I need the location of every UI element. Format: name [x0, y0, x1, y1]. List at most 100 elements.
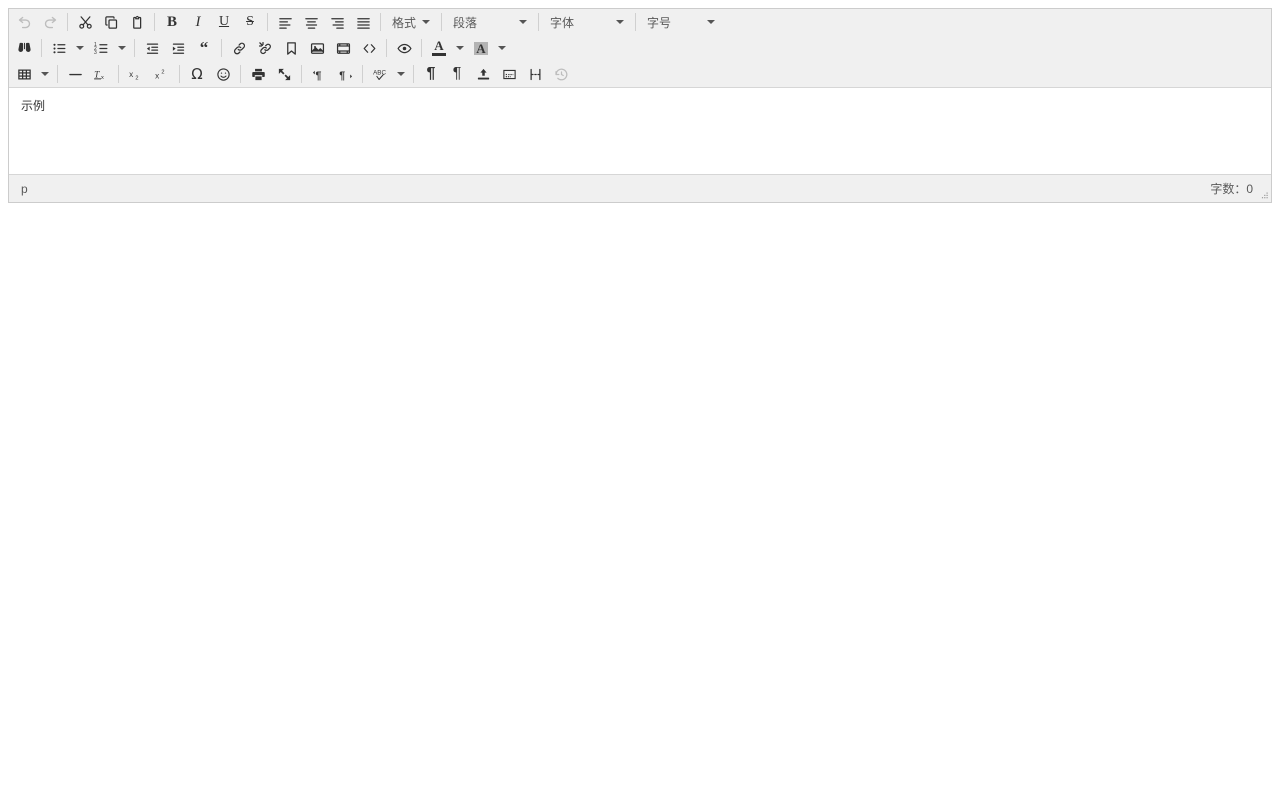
insert-media-button[interactable]: [330, 37, 356, 59]
element-path[interactable]: p: [21, 182, 28, 196]
insert-template-button[interactable]: [470, 63, 496, 85]
numbered-list-button[interactable]: 1 2 3: [88, 37, 114, 59]
search-replace-button[interactable]: [11, 37, 37, 59]
copy-icon: [104, 15, 117, 29]
page-break-button[interactable]: [522, 63, 548, 85]
paste-button[interactable]: [124, 11, 150, 33]
indent-button[interactable]: [165, 37, 191, 59]
chevron-down-icon: [76, 46, 84, 50]
align-right-icon: [330, 17, 344, 29]
numbered-list-dropdown[interactable]: [114, 37, 130, 59]
restore-draft-button[interactable]: [548, 63, 574, 85]
background-color-split: A: [468, 37, 510, 59]
outdent-button[interactable]: [139, 37, 165, 59]
numbered-list-split: 1 2 3: [88, 37, 130, 59]
special-character-button[interactable]: Ω: [184, 63, 210, 85]
bullet-list-icon: [52, 43, 65, 53]
bullet-list-button[interactable]: [46, 37, 72, 59]
pilcrow-bold-icon: ¶: [426, 65, 436, 82]
svg-text:ABC: ABC: [373, 69, 386, 76]
omega-icon: Ω: [191, 64, 203, 83]
insert-image-button[interactable]: [304, 37, 330, 59]
horizontal-rule-button[interactable]: [62, 63, 88, 85]
visual-blocks-button[interactable]: ¶: [418, 63, 444, 85]
preview-button[interactable]: [391, 37, 417, 59]
remove-format-button[interactable]: T x: [88, 63, 114, 85]
scissors-icon: [78, 15, 92, 29]
toolbar-group-clipboard: [72, 9, 150, 35]
italic-button[interactable]: I: [185, 11, 211, 33]
chevron-down-icon: [498, 46, 506, 50]
spellchecker-button[interactable]: ABC: [367, 63, 393, 85]
show-invisible-characters-button[interactable]: ¶: [444, 63, 470, 85]
copy-button[interactable]: [98, 11, 124, 33]
table-dropdown[interactable]: [37, 63, 53, 85]
paste-icon: [132, 15, 141, 29]
toolbar-row-3: T x x 2 x 2 Ω ¶ ¶ ABC ¶ ¶: [9, 61, 1271, 87]
underline-icon: U: [218, 14, 230, 29]
bullet-list-dropdown[interactable]: [72, 37, 88, 59]
editor-paragraph[interactable]: 示例: [21, 98, 1259, 115]
align-justify-icon: [356, 17, 370, 29]
cut-button[interactable]: [72, 11, 98, 33]
resize-handle[interactable]: [1259, 191, 1269, 201]
emoticons-button[interactable]: [210, 63, 236, 85]
toolbar-group-history: [11, 9, 63, 35]
rtl-button[interactable]: ¶: [332, 63, 358, 85]
align-left-icon: [278, 17, 292, 29]
text-color-button[interactable]: A: [426, 37, 452, 59]
anchor-button[interactable]: [278, 37, 304, 59]
undo-button[interactable]: [11, 11, 37, 33]
subscript-icon: x 2: [129, 70, 138, 82]
redo-button[interactable]: [37, 11, 63, 33]
align-center-button[interactable]: [298, 11, 324, 33]
source-code-button[interactable]: [356, 37, 382, 59]
insert-link-button[interactable]: [226, 37, 252, 59]
subscript-button[interactable]: x 2: [123, 63, 149, 85]
print-button[interactable]: [245, 63, 271, 85]
align-right-button[interactable]: [324, 11, 350, 33]
strikethrough-icon: S: [246, 14, 254, 29]
toolbar-separator: [179, 65, 180, 83]
upload-icon: [477, 68, 489, 79]
font-family-select[interactable]: 字体: [543, 11, 631, 33]
block-format-select[interactable]: 段落: [446, 11, 534, 33]
underline-button[interactable]: U: [211, 11, 237, 33]
align-left-button[interactable]: [272, 11, 298, 33]
strikethrough-button[interactable]: S: [237, 11, 263, 33]
font-size-value: 字号: [647, 15, 672, 30]
text-color-dropdown[interactable]: [452, 37, 468, 59]
toolbar-separator: [240, 65, 241, 83]
format-menu-button[interactable]: 格式: [385, 11, 437, 33]
background-color-button[interactable]: A: [468, 37, 494, 59]
visual-characters-button[interactable]: [496, 63, 522, 85]
chevron-down-icon: [41, 72, 49, 76]
eye-icon: [396, 43, 412, 53]
toolbar-group-inline-format: B I U S: [159, 9, 263, 35]
align-justify-button[interactable]: [350, 11, 376, 33]
ltr-button[interactable]: ¶: [306, 63, 332, 85]
undo-icon: [18, 16, 30, 28]
chevron-down-icon: [707, 20, 716, 24]
blockquote-button[interactable]: “: [191, 37, 217, 59]
spellchecker-dropdown[interactable]: [393, 63, 409, 85]
superscript-button[interactable]: x 2: [149, 63, 175, 85]
redo-icon: [44, 16, 56, 28]
toolbar-row-2: 1 2 3 “ A A: [9, 35, 1271, 61]
bold-button[interactable]: B: [159, 11, 185, 33]
font-size-select[interactable]: 字号: [640, 11, 722, 33]
toolbar-separator: [67, 13, 68, 31]
background-color-dropdown[interactable]: [494, 37, 510, 59]
table-button[interactable]: [11, 63, 37, 85]
editor-content-area[interactable]: 示例: [9, 88, 1271, 174]
svg-text:2: 2: [161, 69, 164, 75]
fullscreen-button[interactable]: [271, 63, 297, 85]
unlink-button[interactable]: [252, 37, 278, 59]
toolbar-separator: [380, 13, 381, 31]
image-icon: [310, 42, 324, 54]
unlink-icon: [258, 41, 271, 54]
bold-icon: B: [166, 13, 177, 30]
toolbar-separator: [386, 39, 387, 57]
printer-icon: [251, 68, 265, 80]
page-break-icon: [530, 68, 540, 80]
